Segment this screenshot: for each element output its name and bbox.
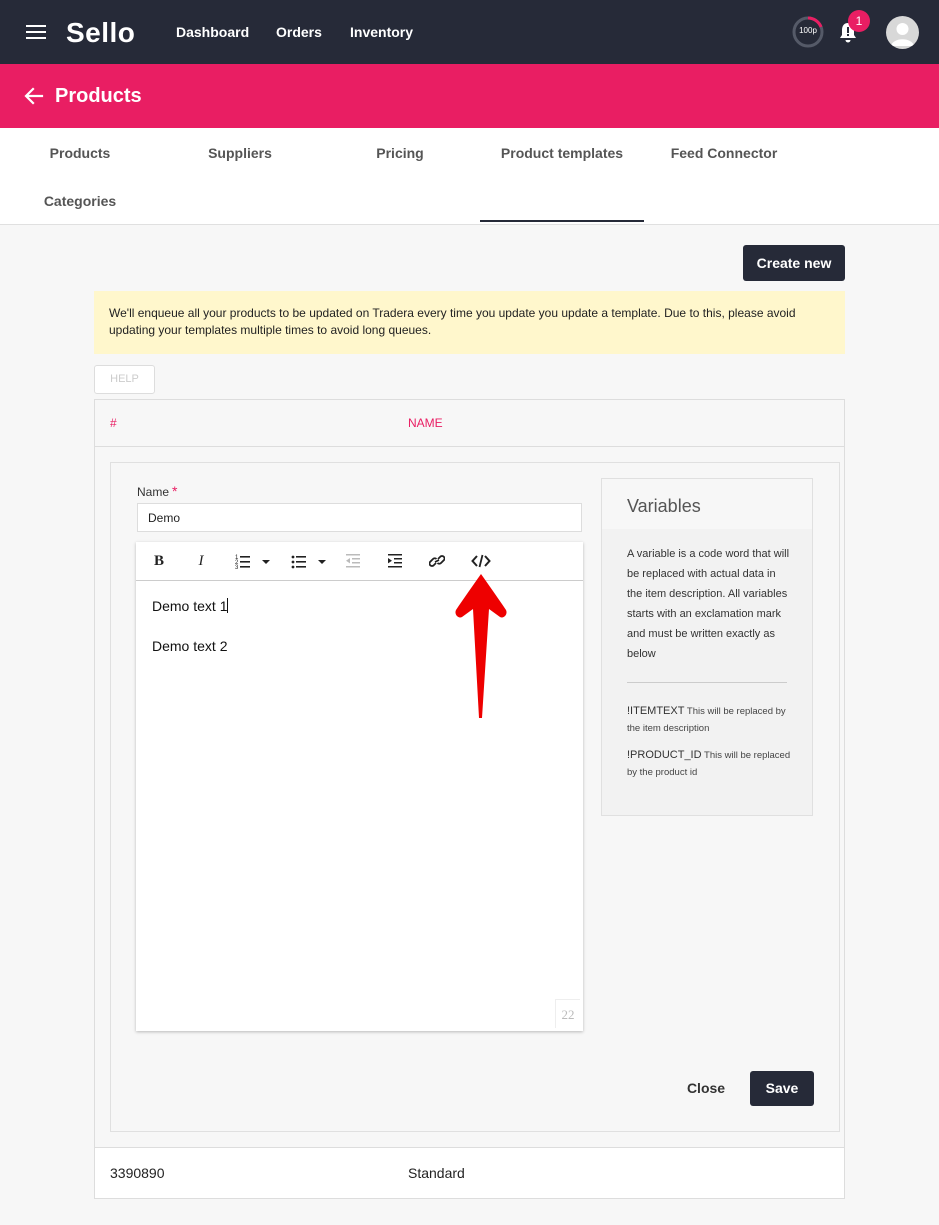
section-tabs: Products Suppliers Pricing Product templ…	[0, 128, 939, 225]
top-navbar: Sello Dashboard Orders Inventory 100p 1	[0, 0, 939, 64]
table-row[interactable]: 3390890 Standard	[95, 1148, 844, 1198]
template-edit-panel: Name* B I 1 2 3	[110, 462, 840, 1132]
templates-table: # NAME Name* B I 1 2 3	[94, 399, 845, 1199]
create-new-button[interactable]: Create new	[743, 245, 845, 281]
app-logo[interactable]: Sello	[66, 17, 135, 49]
variable-item: !PRODUCT_ID This will be replaced by the…	[627, 749, 791, 778]
nav-inventory[interactable]: Inventory	[350, 24, 413, 40]
variables-panel: Variables A variable is a code word that…	[601, 478, 813, 816]
variables-title: Variables	[602, 479, 812, 529]
back-arrow-icon[interactable]	[24, 86, 44, 106]
template-name-input[interactable]	[137, 503, 582, 532]
tab-product-templates[interactable]: Product templates	[482, 145, 642, 161]
link-icon[interactable]	[429, 550, 445, 572]
save-button[interactable]: Save	[750, 1071, 814, 1106]
variable-item: !ITEMTEXT This will be replaced by the i…	[627, 705, 786, 734]
tab-categories[interactable]: Categories	[0, 193, 160, 209]
editor-toolbar: B I 1 2 3	[136, 542, 583, 581]
tab-suppliers[interactable]: Suppliers	[160, 145, 320, 161]
tab-products[interactable]: Products	[0, 145, 160, 161]
row-id: 3390890	[110, 1165, 165, 1181]
nav-orders[interactable]: Orders	[276, 24, 322, 40]
rich-text-editor: B I 1 2 3 Demo text 1 Demo text 2 22	[136, 542, 583, 1031]
name-label: Name *	[137, 483, 178, 499]
menu-icon[interactable]	[26, 25, 46, 41]
page-header: Products	[0, 64, 939, 128]
tab-pricing[interactable]: Pricing	[320, 145, 480, 161]
bold-icon[interactable]: B	[150, 550, 168, 572]
editor-paragraph: Demo text 1	[152, 598, 229, 614]
text-cursor	[227, 598, 229, 613]
help-button[interactable]: HELP	[94, 365, 155, 394]
active-tab-indicator	[480, 220, 644, 222]
outdent-icon[interactable]	[345, 550, 361, 572]
code-view-icon[interactable]	[471, 550, 491, 572]
indent-icon[interactable]	[387, 550, 403, 572]
user-avatar[interactable]	[886, 16, 919, 49]
editor-paragraph: Demo text 2	[152, 638, 228, 654]
info-notice: We'll enqueue all your products to be up…	[94, 291, 845, 354]
row-name: Standard	[408, 1165, 465, 1181]
tab-feed-connector[interactable]: Feed Connector	[644, 145, 804, 161]
svg-text:3: 3	[235, 565, 239, 571]
variables-divider	[627, 682, 787, 683]
variables-description: A variable is a code word that will be r…	[627, 548, 790, 660]
column-header-name[interactable]: NAME	[408, 416, 443, 430]
header-divider	[95, 446, 844, 447]
unordered-list-icon[interactable]	[290, 550, 330, 572]
page-title: Products	[55, 85, 142, 107]
column-header-id[interactable]: #	[110, 416, 117, 430]
character-counter: 22	[555, 999, 580, 1028]
nav-dashboard[interactable]: Dashboard	[176, 24, 249, 40]
close-button[interactable]: Close	[676, 1071, 736, 1106]
ordered-list-icon[interactable]: 1 2 3	[234, 550, 274, 572]
annotation-arrow-icon	[455, 574, 507, 718]
user-icon	[891, 23, 914, 46]
editor-content[interactable]: Demo text 1 Demo text 2	[152, 598, 229, 678]
gauge-label: 100p	[799, 26, 817, 35]
required-mark: *	[172, 483, 178, 499]
credits-gauge[interactable]: 100p	[792, 16, 824, 48]
notification-badge: 1	[848, 10, 870, 32]
italic-icon[interactable]: I	[192, 550, 210, 572]
